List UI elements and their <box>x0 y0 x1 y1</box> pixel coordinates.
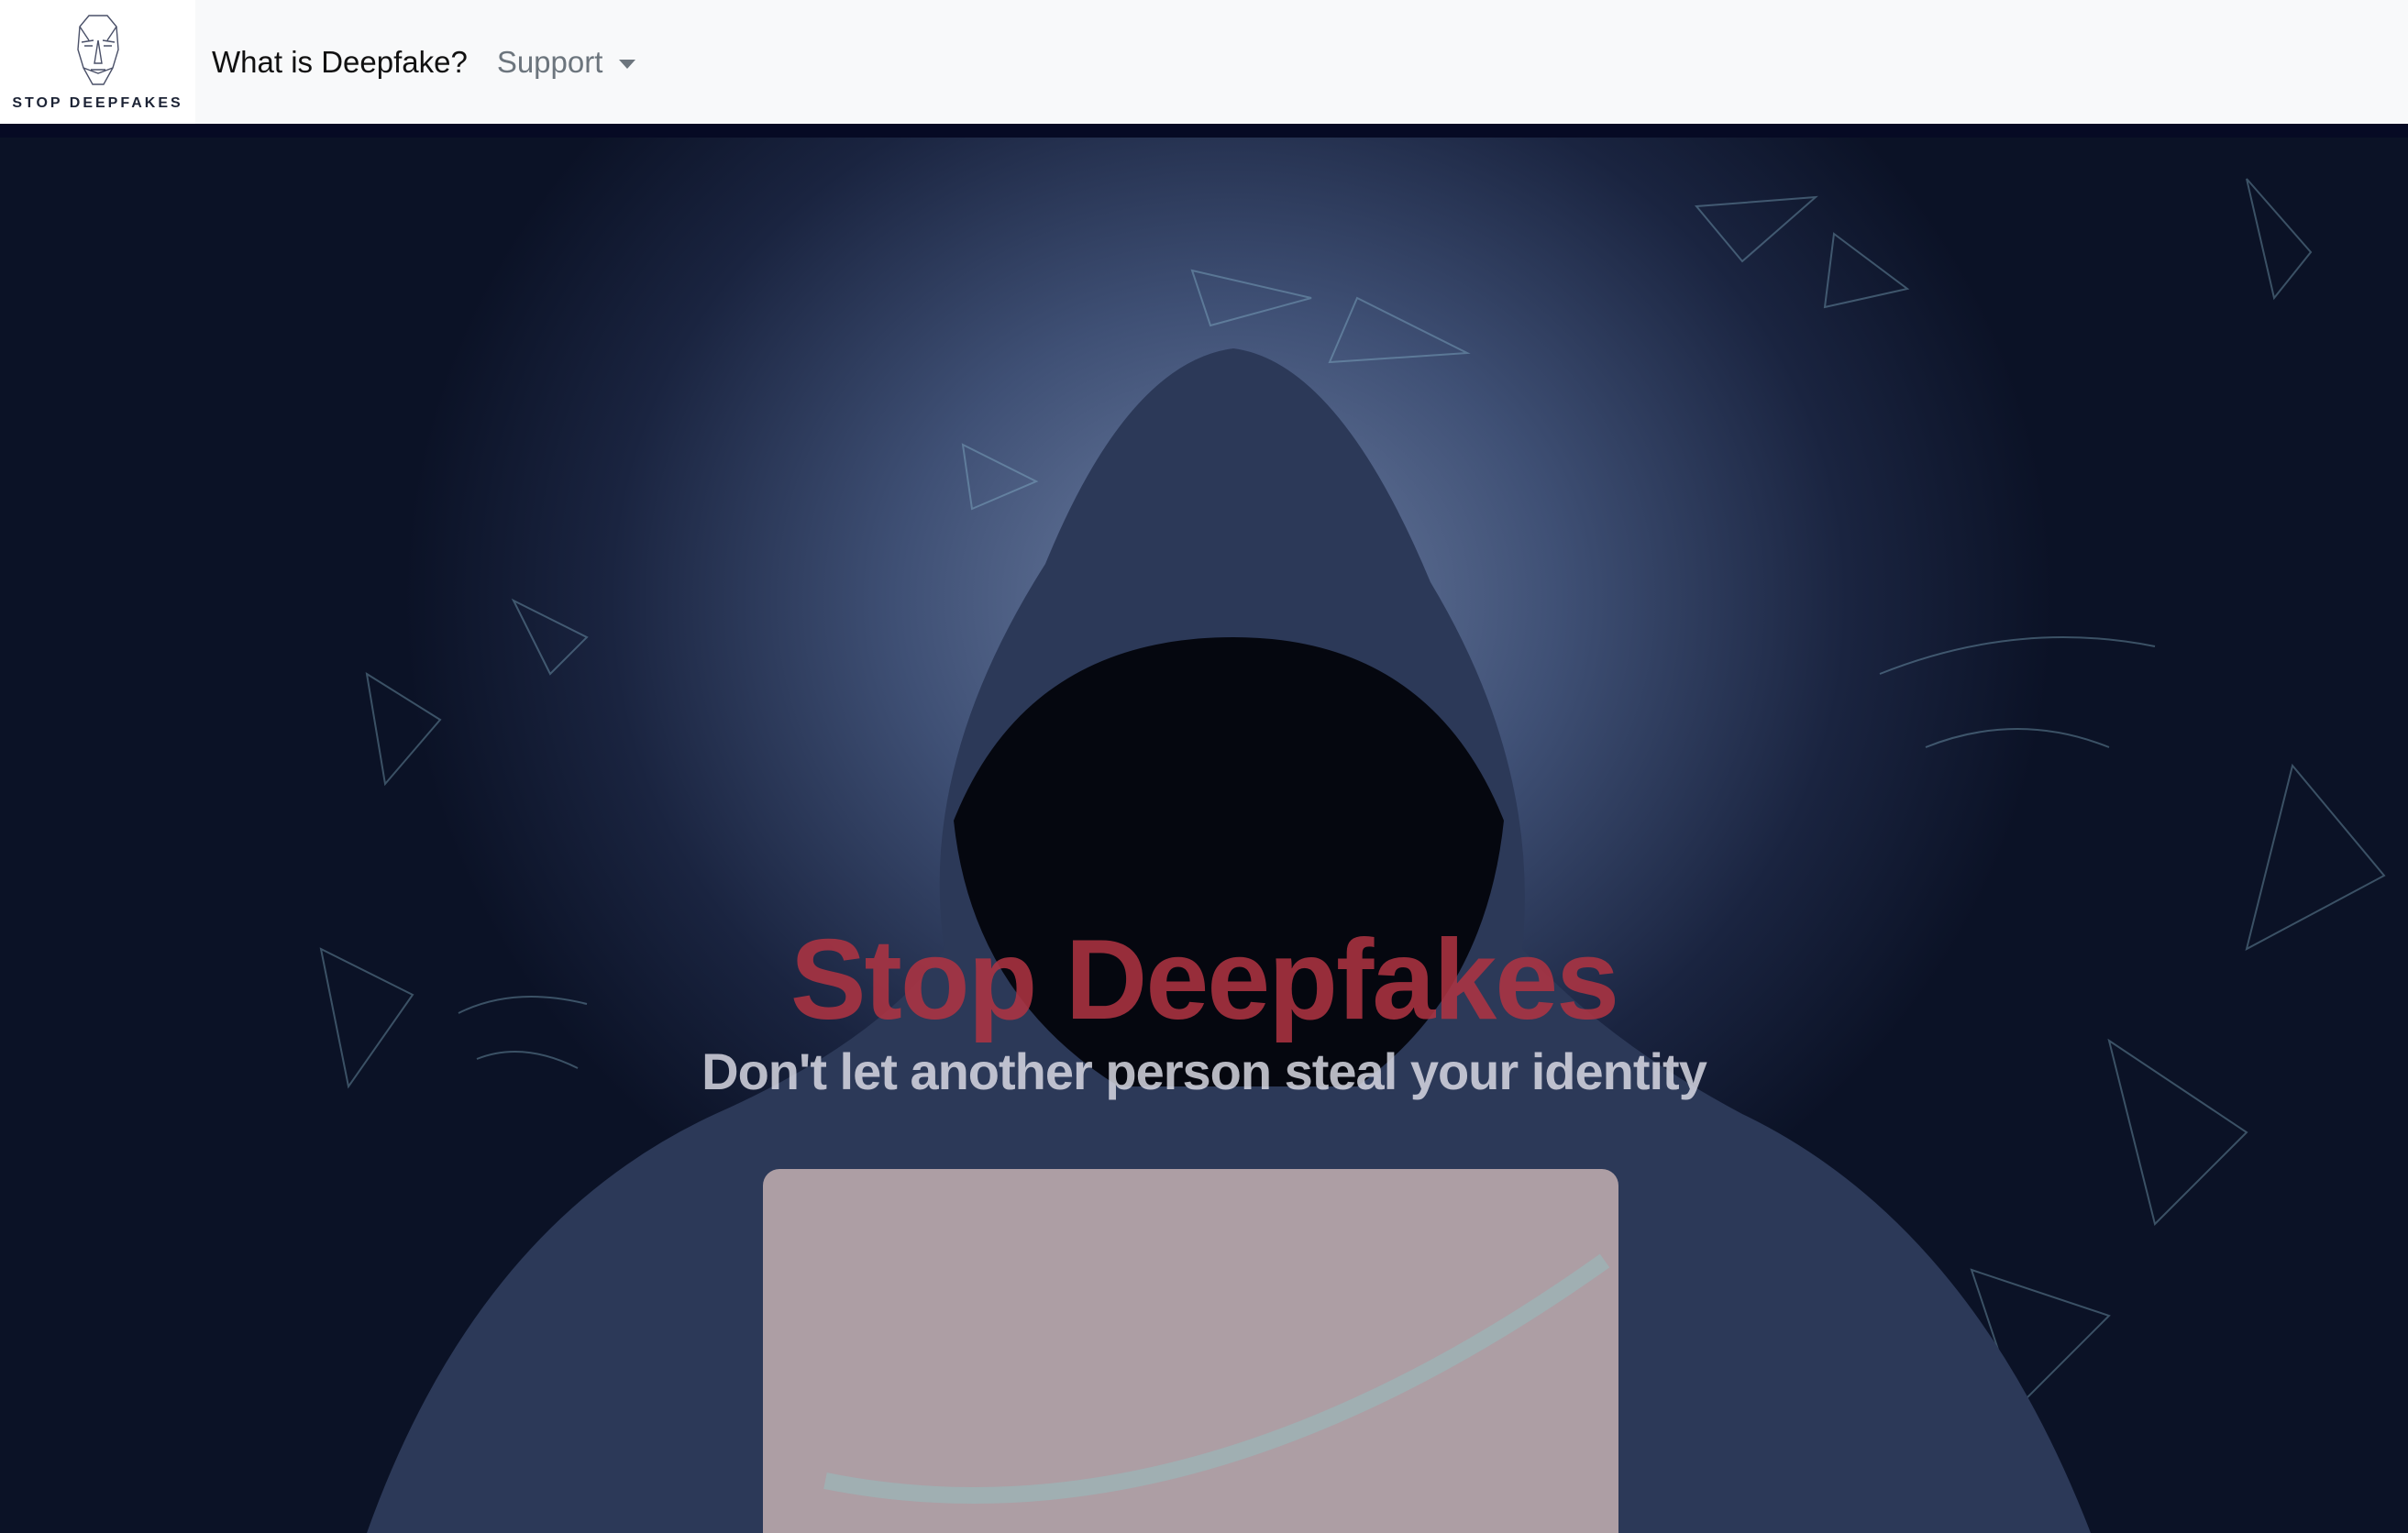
caret-down-icon <box>619 59 636 69</box>
navbar: STOP DEEPFAKES What is Deepfake? Support <box>0 0 2408 124</box>
nav-underline-band <box>0 124 2408 138</box>
support-label: Support <box>496 44 603 79</box>
brand-logo[interactable]: STOP DEEPFAKES <box>0 0 195 124</box>
hero-subtitle: Don't let another person steal your iden… <box>701 1042 1707 1101</box>
nav-dropdown-support[interactable]: Support <box>497 45 636 80</box>
face-logo-icon <box>76 14 119 85</box>
hero-banner: Stop Deepfakes Don't let another person … <box>0 124 2408 1533</box>
nav-link-what-is-deepfake[interactable]: What is Deepfake? <box>212 45 468 80</box>
hooded-hacker-image <box>319 178 2386 1533</box>
laptop <box>763 1169 1618 1533</box>
brand-text: STOP DEEPFAKES <box>12 94 183 111</box>
hero-title: Stop Deepfakes <box>790 917 1619 1044</box>
